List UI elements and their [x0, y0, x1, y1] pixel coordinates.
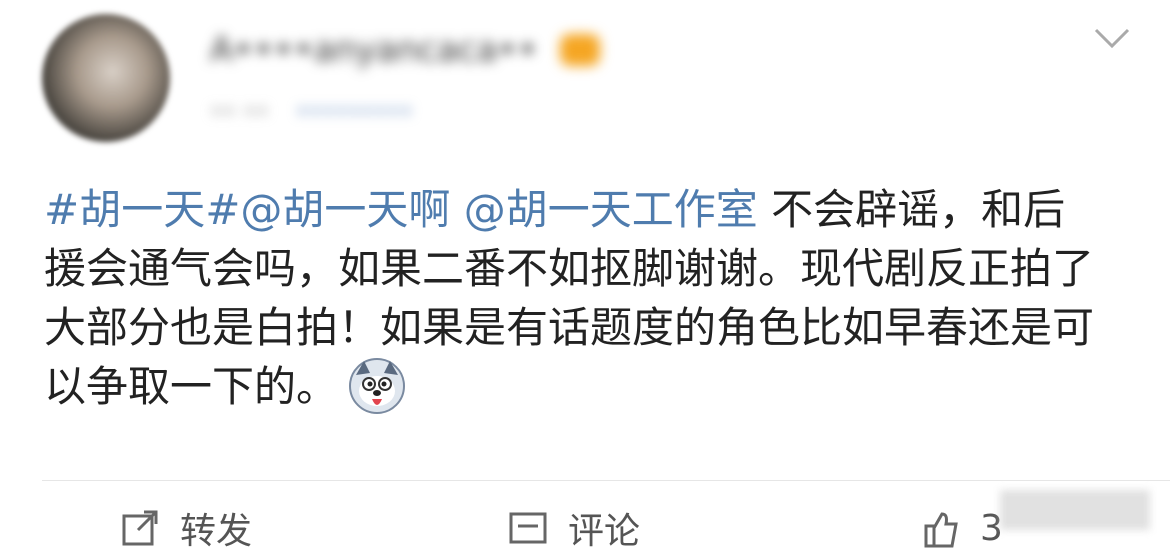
post-time: •• ••: [210, 100, 269, 125]
divider: [42, 480, 1170, 481]
comment-label: 评论: [568, 511, 641, 552]
like-button[interactable]: 3: [920, 508, 1003, 549]
watermark: [1000, 490, 1150, 530]
comment-icon: [509, 512, 547, 544]
username[interactable]: A••••anyancaca••: [210, 30, 538, 70]
like-icon: [924, 512, 958, 548]
post-mentions-link[interactable]: #胡一天#@胡一天啊 @胡一天工作室: [44, 185, 758, 234]
vip-badge-icon: [560, 34, 600, 66]
post-meta: •• •• •••••••••: [210, 100, 413, 125]
chevron-down-icon[interactable]: [1092, 24, 1132, 54]
repost-button[interactable]: 转发: [120, 508, 252, 552]
repost-label: 转发: [180, 511, 253, 552]
comment-button[interactable]: 评论: [508, 508, 640, 552]
post-body: #胡一天#@胡一天啊 @胡一天工作室 不会辟谣，和后援会通气会吗，如果二番不如抠…: [44, 180, 1104, 416]
husky-tongue-emoji: [349, 358, 406, 414]
repost-icon: [122, 510, 158, 546]
avatar[interactable]: [42, 14, 170, 142]
post-source[interactable]: •••••••••: [296, 100, 413, 125]
